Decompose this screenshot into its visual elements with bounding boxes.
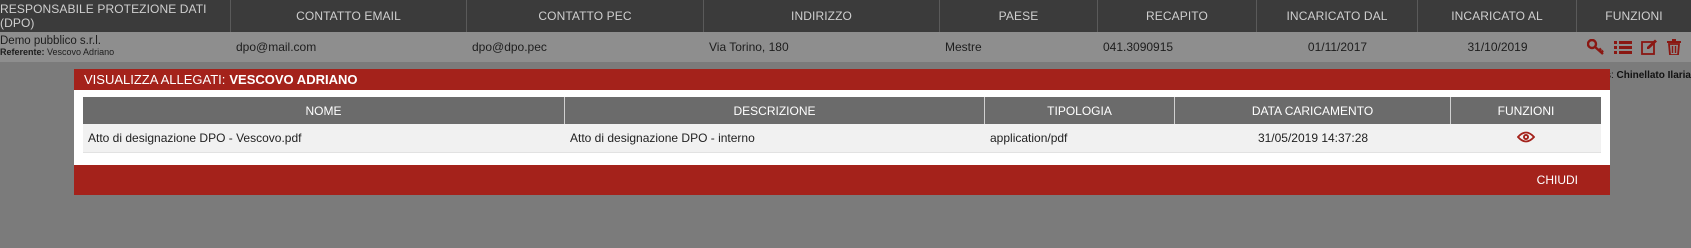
email-cell: dpo@mail.com: [236, 40, 317, 54]
att-col-description[interactable]: DESCRIZIONE: [565, 97, 985, 124]
side-note: ds: Chinellato Ilaria: [1600, 70, 1691, 81]
side-note-name: Chinellato Ilaria: [1616, 70, 1691, 81]
referent: Referente: Vescovo Adriano: [0, 47, 114, 58]
pec-cell: dpo@dpo.pec: [472, 40, 547, 54]
att-description-cell: Atto di designazione DPO - interno: [570, 131, 755, 145]
company-cell: Demo pubblico s.r.l. Referente: Vescovo …: [0, 32, 231, 62]
col-from[interactable]: INCARICATO DAL: [1257, 0, 1418, 32]
list-icon[interactable]: [1614, 40, 1632, 54]
att-uploaded-cell: 31/05/2019 14:37:28: [1257, 131, 1369, 145]
col-email[interactable]: CONTATTO EMAIL: [231, 0, 467, 32]
col-town[interactable]: PAESE: [940, 0, 1098, 32]
modal-title-name: VESCOVO ADRIANO: [229, 72, 358, 87]
col-to[interactable]: INCARICATO AL: [1418, 0, 1577, 32]
att-col-uploaded[interactable]: DATA CARICAMENTO: [1175, 97, 1451, 124]
table-row: Atto di designazione DPO - Vescovo.pdf A…: [83, 124, 1601, 153]
trash-icon[interactable]: [1667, 39, 1681, 55]
col-phone[interactable]: RECAPITO: [1098, 0, 1257, 32]
col-dpo[interactable]: RESPONSABILE PROTEZIONE DATI (DPO): [0, 0, 231, 32]
town-cell: Mestre: [945, 40, 982, 54]
referent-name: Vescovo Adriano: [47, 47, 115, 57]
functions-cell: [1577, 32, 1691, 62]
modal-title-label: VISUALIZZA ALLEGATI:: [84, 72, 226, 87]
company-name: Demo pubblico s.r.l.: [0, 35, 101, 47]
attachments-modal: VISUALIZZA ALLEGATI: VESCOVO ADRIANO NOM…: [74, 69, 1610, 195]
att-type-cell: application/pdf: [990, 131, 1068, 145]
col-pec[interactable]: CONTATTO PEC: [467, 0, 704, 32]
from-cell: 01/11/2017: [1307, 40, 1368, 54]
close-button[interactable]: CHIUDI: [1537, 173, 1578, 187]
table-row: Demo pubblico s.r.l. Referente: Vescovo …: [0, 32, 1691, 62]
att-col-functions: FUNZIONI: [1497, 103, 1555, 118]
att-functions-cell: [1451, 124, 1601, 152]
phone-cell: 041.3090915: [1103, 40, 1174, 54]
modal-body: NOME DESCRIZIONE TIPOLOGIA DATA CARICAME…: [74, 90, 1610, 160]
modal-footer: CHIUDI: [74, 165, 1610, 195]
referent-label: Referente:: [0, 47, 45, 57]
dpo-table-header: RESPONSABILE PROTEZIONE DATI (DPO) CONTA…: [0, 0, 1691, 32]
to-cell: 31/10/2019: [1467, 40, 1528, 54]
att-name-cell: Atto di designazione DPO - Vescovo.pdf: [88, 131, 302, 145]
col-functions: FUNZIONI: [1605, 9, 1663, 23]
modal-header: VISUALIZZA ALLEGATI: VESCOVO ADRIANO: [74, 69, 1610, 90]
col-address[interactable]: INDIRIZZO: [704, 0, 940, 32]
eye-icon[interactable]: [1516, 131, 1536, 146]
attachments-table-header: NOME DESCRIZIONE TIPOLOGIA DATA CARICAME…: [83, 97, 1601, 124]
att-col-type[interactable]: TIPOLOGIA: [985, 97, 1175, 124]
key-icon[interactable]: [1587, 39, 1605, 55]
att-col-name[interactable]: NOME: [83, 97, 565, 124]
address-cell: Via Torino, 180: [709, 40, 789, 54]
edit-icon[interactable]: [1641, 39, 1658, 55]
dpo-table: RESPONSABILE PROTEZIONE DATI (DPO) CONTA…: [0, 0, 1691, 62]
